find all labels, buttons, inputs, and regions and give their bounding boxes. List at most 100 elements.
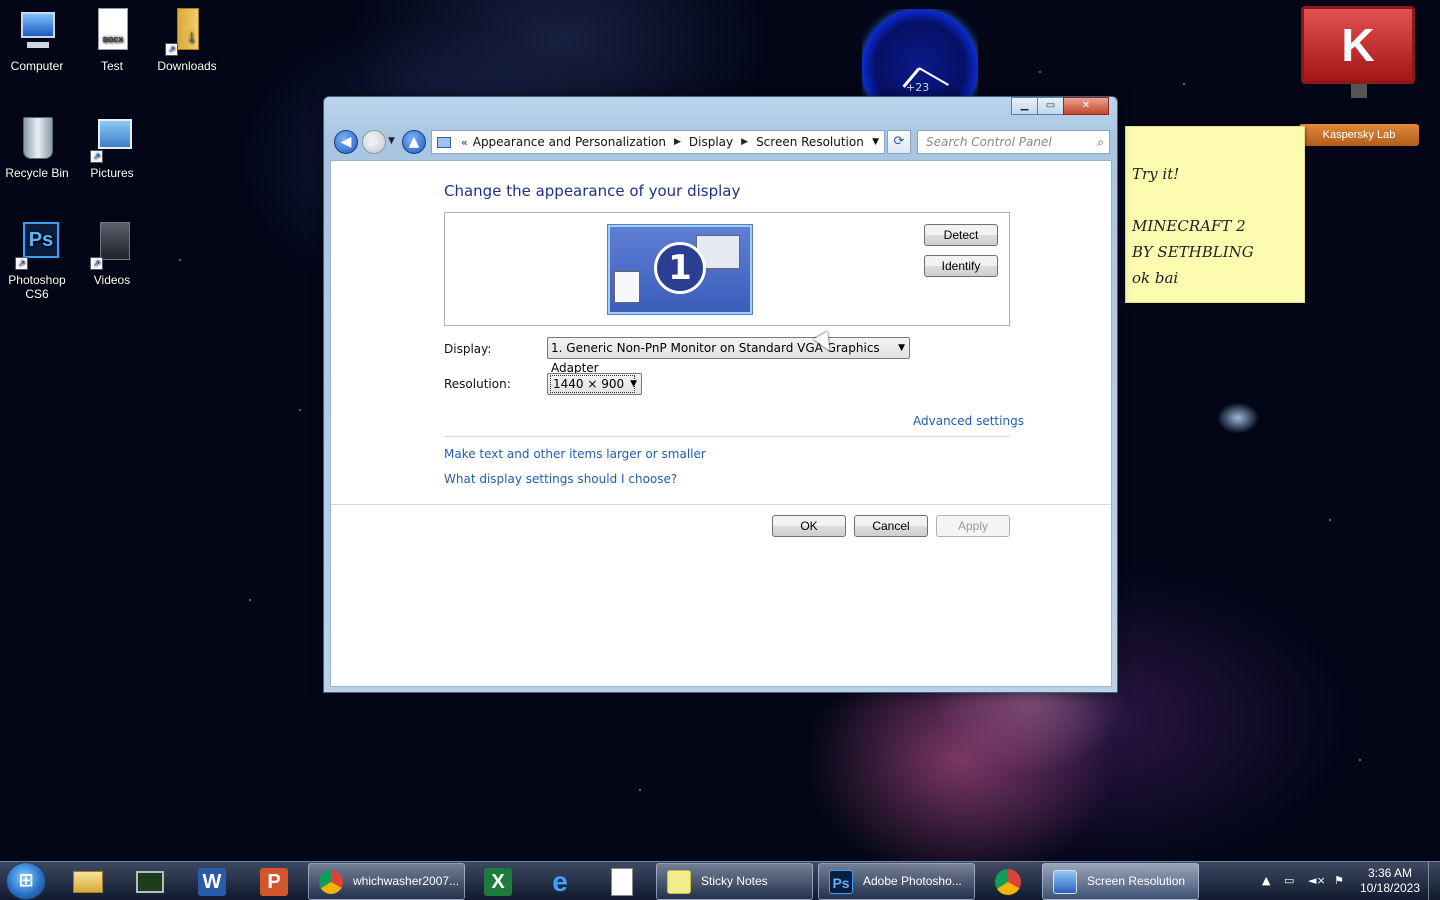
desktop-icon-photoshop[interactable]: Ps ↗ Photoshop CS6 bbox=[0, 222, 74, 301]
kaspersky-logo: K bbox=[1301, 6, 1415, 84]
desktop-icon-test[interactable]: DOCX Test bbox=[75, 8, 149, 73]
display-label: Display: bbox=[444, 342, 492, 356]
word-icon: W bbox=[198, 867, 226, 896]
system-tray: ▲ ▭ ◄× ⚑ bbox=[1258, 862, 1368, 900]
refresh-icon: ⟳ bbox=[893, 134, 905, 149]
resolution-select-value: 1440 × 900 bbox=[550, 375, 636, 393]
network-flag-icon[interactable]: ⚑ bbox=[1334, 874, 1344, 887]
photoshop-icon: Ps bbox=[829, 870, 853, 894]
minimize-button[interactable]: ▁ bbox=[1011, 97, 1038, 115]
taskbar-button-chrome[interactable]: whichwasher2007... bbox=[308, 863, 465, 900]
dropdown-arrow-icon: ▼ bbox=[898, 343, 905, 353]
close-button[interactable]: ✕ bbox=[1063, 97, 1109, 115]
taskbar-pin-document[interactable] bbox=[594, 864, 650, 899]
taskbar-pin-chrome[interactable] bbox=[980, 864, 1036, 899]
monitor-1-thumbnail[interactable]: 1 bbox=[608, 225, 752, 314]
taskbar-button-photoshop[interactable]: Ps Adobe Photosho... bbox=[818, 863, 975, 900]
breadcrumb-display[interactable]: Display bbox=[689, 135, 733, 149]
maximize-button[interactable]: ▭ bbox=[1037, 97, 1064, 115]
clock-readout: +23 bbox=[906, 81, 930, 94]
kaspersky-label: Kaspersky Lab bbox=[1299, 124, 1419, 146]
divider bbox=[444, 436, 1010, 437]
recycle-bin-icon bbox=[13, 115, 61, 163]
display-help-link[interactable]: What display settings should I choose? bbox=[444, 472, 677, 486]
excel-icon: X bbox=[484, 867, 512, 896]
content-pane: Change the appearance of your display 1 … bbox=[330, 160, 1112, 687]
taskbar-pin-powerpoint[interactable]: P bbox=[246, 864, 302, 899]
recent-pages-dropdown[interactable]: ▼ bbox=[388, 136, 395, 146]
search-placeholder: Search Control Panel bbox=[926, 135, 1052, 149]
sticky-notes-icon bbox=[667, 870, 691, 894]
up-button[interactable]: ▲ bbox=[402, 130, 426, 154]
control-panel-icon bbox=[437, 136, 451, 148]
breadcrumb-appearance[interactable]: Appearance and Personalization bbox=[473, 135, 666, 149]
clock-face: +23 bbox=[862, 9, 978, 97]
up-arrow-icon: ▲ bbox=[408, 134, 420, 150]
desktop-icon-videos[interactable]: ↗ Videos bbox=[75, 222, 149, 287]
forward-arrow-icon: ▶ bbox=[368, 134, 380, 150]
dropdown-arrow-icon: ▼ bbox=[630, 379, 637, 389]
forward-button[interactable]: ▶ bbox=[362, 130, 386, 154]
document-icon bbox=[611, 867, 633, 896]
resolution-select[interactable]: 1440 × 900 ▼ bbox=[547, 373, 642, 395]
back-button[interactable]: ◀ bbox=[334, 130, 358, 154]
computer-icon bbox=[13, 8, 61, 56]
kaspersky-gadget[interactable]: K Kaspersky Lab bbox=[1299, 6, 1419, 146]
taskbar-button-label: Adobe Photosho... bbox=[863, 874, 962, 888]
desktop-icon-pictures[interactable]: ↗ Pictures bbox=[75, 115, 149, 180]
display-icon bbox=[1053, 870, 1077, 894]
breadcrumb-separator-icon[interactable]: ▶ bbox=[674, 137, 681, 147]
taskbar-clock[interactable]: 3:36 AM 10/18/2023 bbox=[1355, 866, 1425, 896]
photoshop-icon: Ps ↗ bbox=[13, 222, 61, 270]
show-desktop-button[interactable] bbox=[1428, 862, 1440, 900]
clock-date: 10/18/2023 bbox=[1359, 881, 1421, 895]
explorer-icon bbox=[73, 870, 103, 893]
text-size-link[interactable]: Make text and other items larger or smal… bbox=[444, 447, 706, 461]
sticky-line bbox=[1132, 187, 1298, 213]
action-center-icon[interactable]: ▭ bbox=[1284, 874, 1294, 887]
breadcrumb-separator-icon[interactable]: ▶ bbox=[741, 137, 748, 147]
videos-icon: ↗ bbox=[88, 222, 136, 270]
taskbar-pin-internet-explorer[interactable]: e bbox=[532, 864, 588, 899]
page-title: Change the appearance of your display bbox=[444, 182, 741, 200]
display-select[interactable]: 1. Generic Non-PnP Monitor on Standard V… bbox=[547, 337, 910, 375]
refresh-button[interactable]: ⟳ bbox=[887, 130, 911, 154]
taskbar-button-sticky-notes[interactable]: Sticky Notes bbox=[656, 863, 813, 900]
overflow-chevron-icon[interactable]: « bbox=[461, 136, 468, 149]
desktop-icon-recycle-bin[interactable]: Recycle Bin bbox=[0, 115, 74, 180]
desktop-icon-downloads[interactable]: ↓ ↗ Downloads bbox=[150, 8, 224, 73]
caption-buttons: ▁ ▭ ✕ bbox=[1011, 97, 1109, 115]
address-bar[interactable]: « Appearance and Personalization ▶ Displ… bbox=[431, 130, 885, 154]
ok-button[interactable]: OK bbox=[772, 515, 846, 537]
window-graphic bbox=[614, 271, 640, 303]
desktop-icon-computer[interactable]: Computer bbox=[0, 8, 74, 73]
taskbar-pin-word[interactable]: W bbox=[184, 864, 240, 899]
volume-muted-icon[interactable]: ◄× bbox=[1308, 874, 1326, 887]
address-dropdown-icon[interactable]: ▼ bbox=[872, 137, 879, 147]
sticky-note[interactable]: Try it! MINECRAFT 2 BY SETHBLING ok bai bbox=[1125, 126, 1305, 303]
cancel-button[interactable]: Cancel bbox=[854, 515, 928, 537]
advanced-settings-link[interactable]: Advanced settings bbox=[913, 414, 1024, 428]
resolution-label: Resolution: bbox=[444, 377, 511, 391]
screen-resolution-window[interactable]: ▁ ▭ ✕ ◀ ▶ ▼ ▲ « Appearance and Personali… bbox=[323, 96, 1118, 693]
downloads-folder-icon: ↓ ↗ bbox=[163, 8, 211, 56]
sticky-line: ok bai bbox=[1132, 269, 1179, 287]
taskbar-pin-explorer[interactable] bbox=[60, 864, 116, 899]
apply-button[interactable]: Apply bbox=[936, 515, 1010, 537]
back-arrow-icon: ◀ bbox=[340, 134, 352, 150]
taskbar-button-label: whichwasher2007... bbox=[353, 874, 460, 888]
task-manager-icon bbox=[136, 870, 164, 893]
sticky-line: MINECRAFT 2 bbox=[1132, 217, 1246, 235]
taskbar-pin-excel[interactable]: X bbox=[470, 864, 526, 899]
clock-gadget[interactable]: +23 bbox=[862, 9, 978, 97]
detect-button[interactable]: Detect bbox=[924, 224, 998, 246]
start-button[interactable]: ⊞ bbox=[6, 862, 46, 900]
pictures-icon: ↗ bbox=[88, 115, 136, 163]
breadcrumb-screen-resolution[interactable]: Screen Resolution bbox=[756, 135, 864, 149]
taskbar-button-screen-resolution[interactable]: Screen Resolution bbox=[1042, 863, 1199, 900]
taskbar-pin-task-manager[interactable] bbox=[122, 864, 178, 899]
show-hidden-icons-icon[interactable]: ▲ bbox=[1262, 874, 1270, 887]
chrome-icon bbox=[995, 868, 1021, 895]
search-input[interactable]: Search Control Panel ⌕ bbox=[917, 130, 1110, 154]
identify-button[interactable]: Identify bbox=[924, 255, 998, 277]
